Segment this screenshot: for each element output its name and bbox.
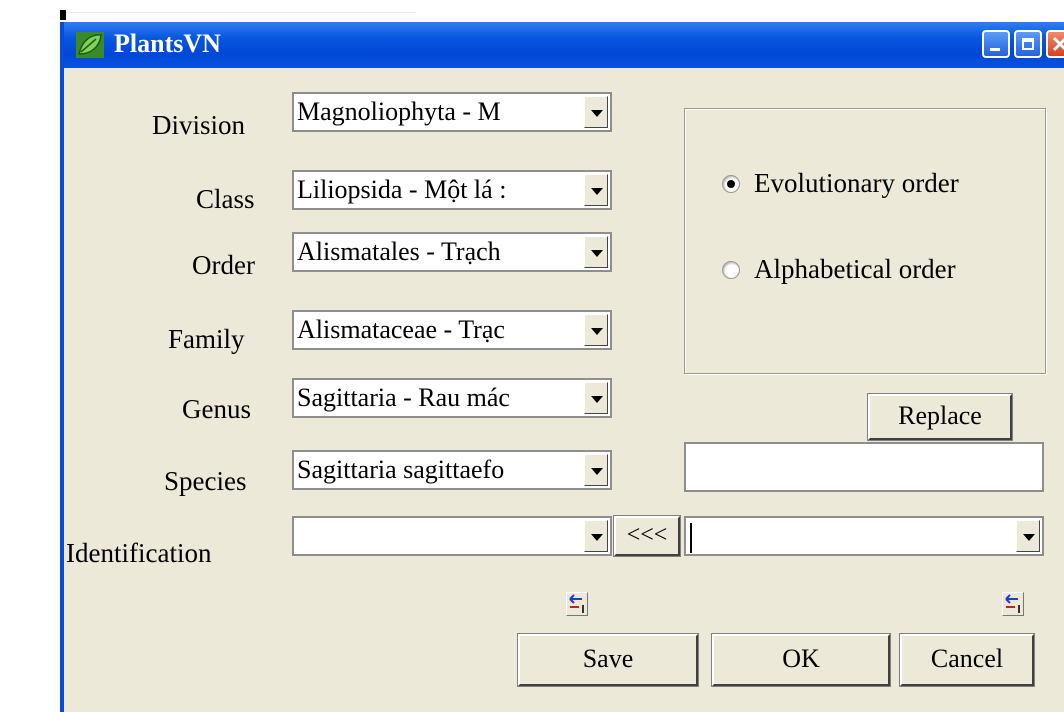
identification-select[interactable]: [292, 516, 612, 556]
species-select[interactable]: Sagittaria sagittaefo: [292, 450, 612, 490]
save-button[interactable]: Save: [517, 633, 699, 687]
swap-right-button[interactable]: [1002, 592, 1024, 616]
sort-order-group: [684, 108, 1046, 374]
swap-icon: [1005, 594, 1020, 613]
replace-input[interactable]: [684, 442, 1044, 492]
chevron-down-icon[interactable]: [584, 314, 608, 346]
ok-button[interactable]: OK: [711, 633, 891, 687]
order-label: Order: [192, 250, 255, 280]
class-value: Liliopsida - Một lá :: [297, 175, 507, 204]
genus-label: Genus: [182, 394, 251, 424]
plantsvn-window: PlantsVN Division Class Order Family Gen…: [60, 22, 1064, 712]
chevron-down-icon[interactable]: [584, 174, 608, 206]
leaf-icon: [76, 32, 104, 58]
family-select[interactable]: Alismataceae - Trạc: [292, 310, 612, 350]
chevron-down-icon[interactable]: [1016, 520, 1040, 552]
chevron-down-icon[interactable]: [584, 454, 608, 486]
swap-left-button[interactable]: [566, 592, 588, 616]
genus-value: Sagittaria - Rau mác: [297, 383, 510, 412]
species-label: Species: [164, 466, 247, 496]
copy-left-button[interactable]: <<<: [613, 515, 681, 557]
radio-alphabetical[interactable]: Alphabetical order: [722, 254, 956, 285]
swap-icon: [569, 594, 584, 613]
division-label: Division: [152, 110, 246, 140]
class-select[interactable]: Liliopsida - Một lá :: [292, 170, 612, 210]
window-title: PlantsVN: [114, 29, 221, 58]
chevron-down-icon[interactable]: [584, 96, 608, 128]
chevron-down-icon[interactable]: [584, 382, 608, 414]
minimize-button[interactable]: [982, 30, 1010, 58]
evolutionary-order-label: Evolutionary order: [754, 168, 959, 198]
class-label: Class: [196, 184, 255, 214]
division-value: Magnoliophyta - M: [297, 97, 501, 126]
text-caret: [690, 523, 692, 553]
order-select[interactable]: Alismatales - Trạch: [292, 232, 612, 272]
alphabetical-order-label: Alphabetical order: [754, 254, 956, 284]
chevron-down-icon[interactable]: [584, 520, 608, 552]
identification-right-select[interactable]: [684, 516, 1044, 556]
species-value: Sagittaria sagittaefo: [297, 455, 505, 484]
division-select[interactable]: Magnoliophyta - M: [292, 92, 612, 132]
radio-selected-icon[interactable]: [722, 174, 740, 193]
replace-button[interactable]: Replace: [867, 393, 1013, 441]
radio-evolutionary[interactable]: Evolutionary order: [722, 168, 959, 199]
top-line: [66, 12, 416, 13]
radio-unselected-icon[interactable]: [722, 260, 740, 279]
title-bar[interactable]: PlantsVN: [64, 22, 1064, 68]
family-label: Family: [168, 324, 245, 354]
cancel-button[interactable]: Cancel: [899, 633, 1035, 687]
maximize-button[interactable]: [1014, 30, 1042, 58]
minimize-icon: [990, 48, 1000, 51]
identification-label: Identification: [66, 538, 212, 568]
maximize-icon: [1022, 38, 1034, 50]
close-icon: [1052, 36, 1064, 52]
close-button[interactable]: [1046, 30, 1064, 58]
chevron-down-icon[interactable]: [584, 236, 608, 268]
order-value: Alismatales - Trạch: [297, 237, 501, 266]
family-value: Alismataceae - Trạc: [297, 315, 505, 344]
genus-select[interactable]: Sagittaria - Rau mác: [292, 378, 612, 418]
